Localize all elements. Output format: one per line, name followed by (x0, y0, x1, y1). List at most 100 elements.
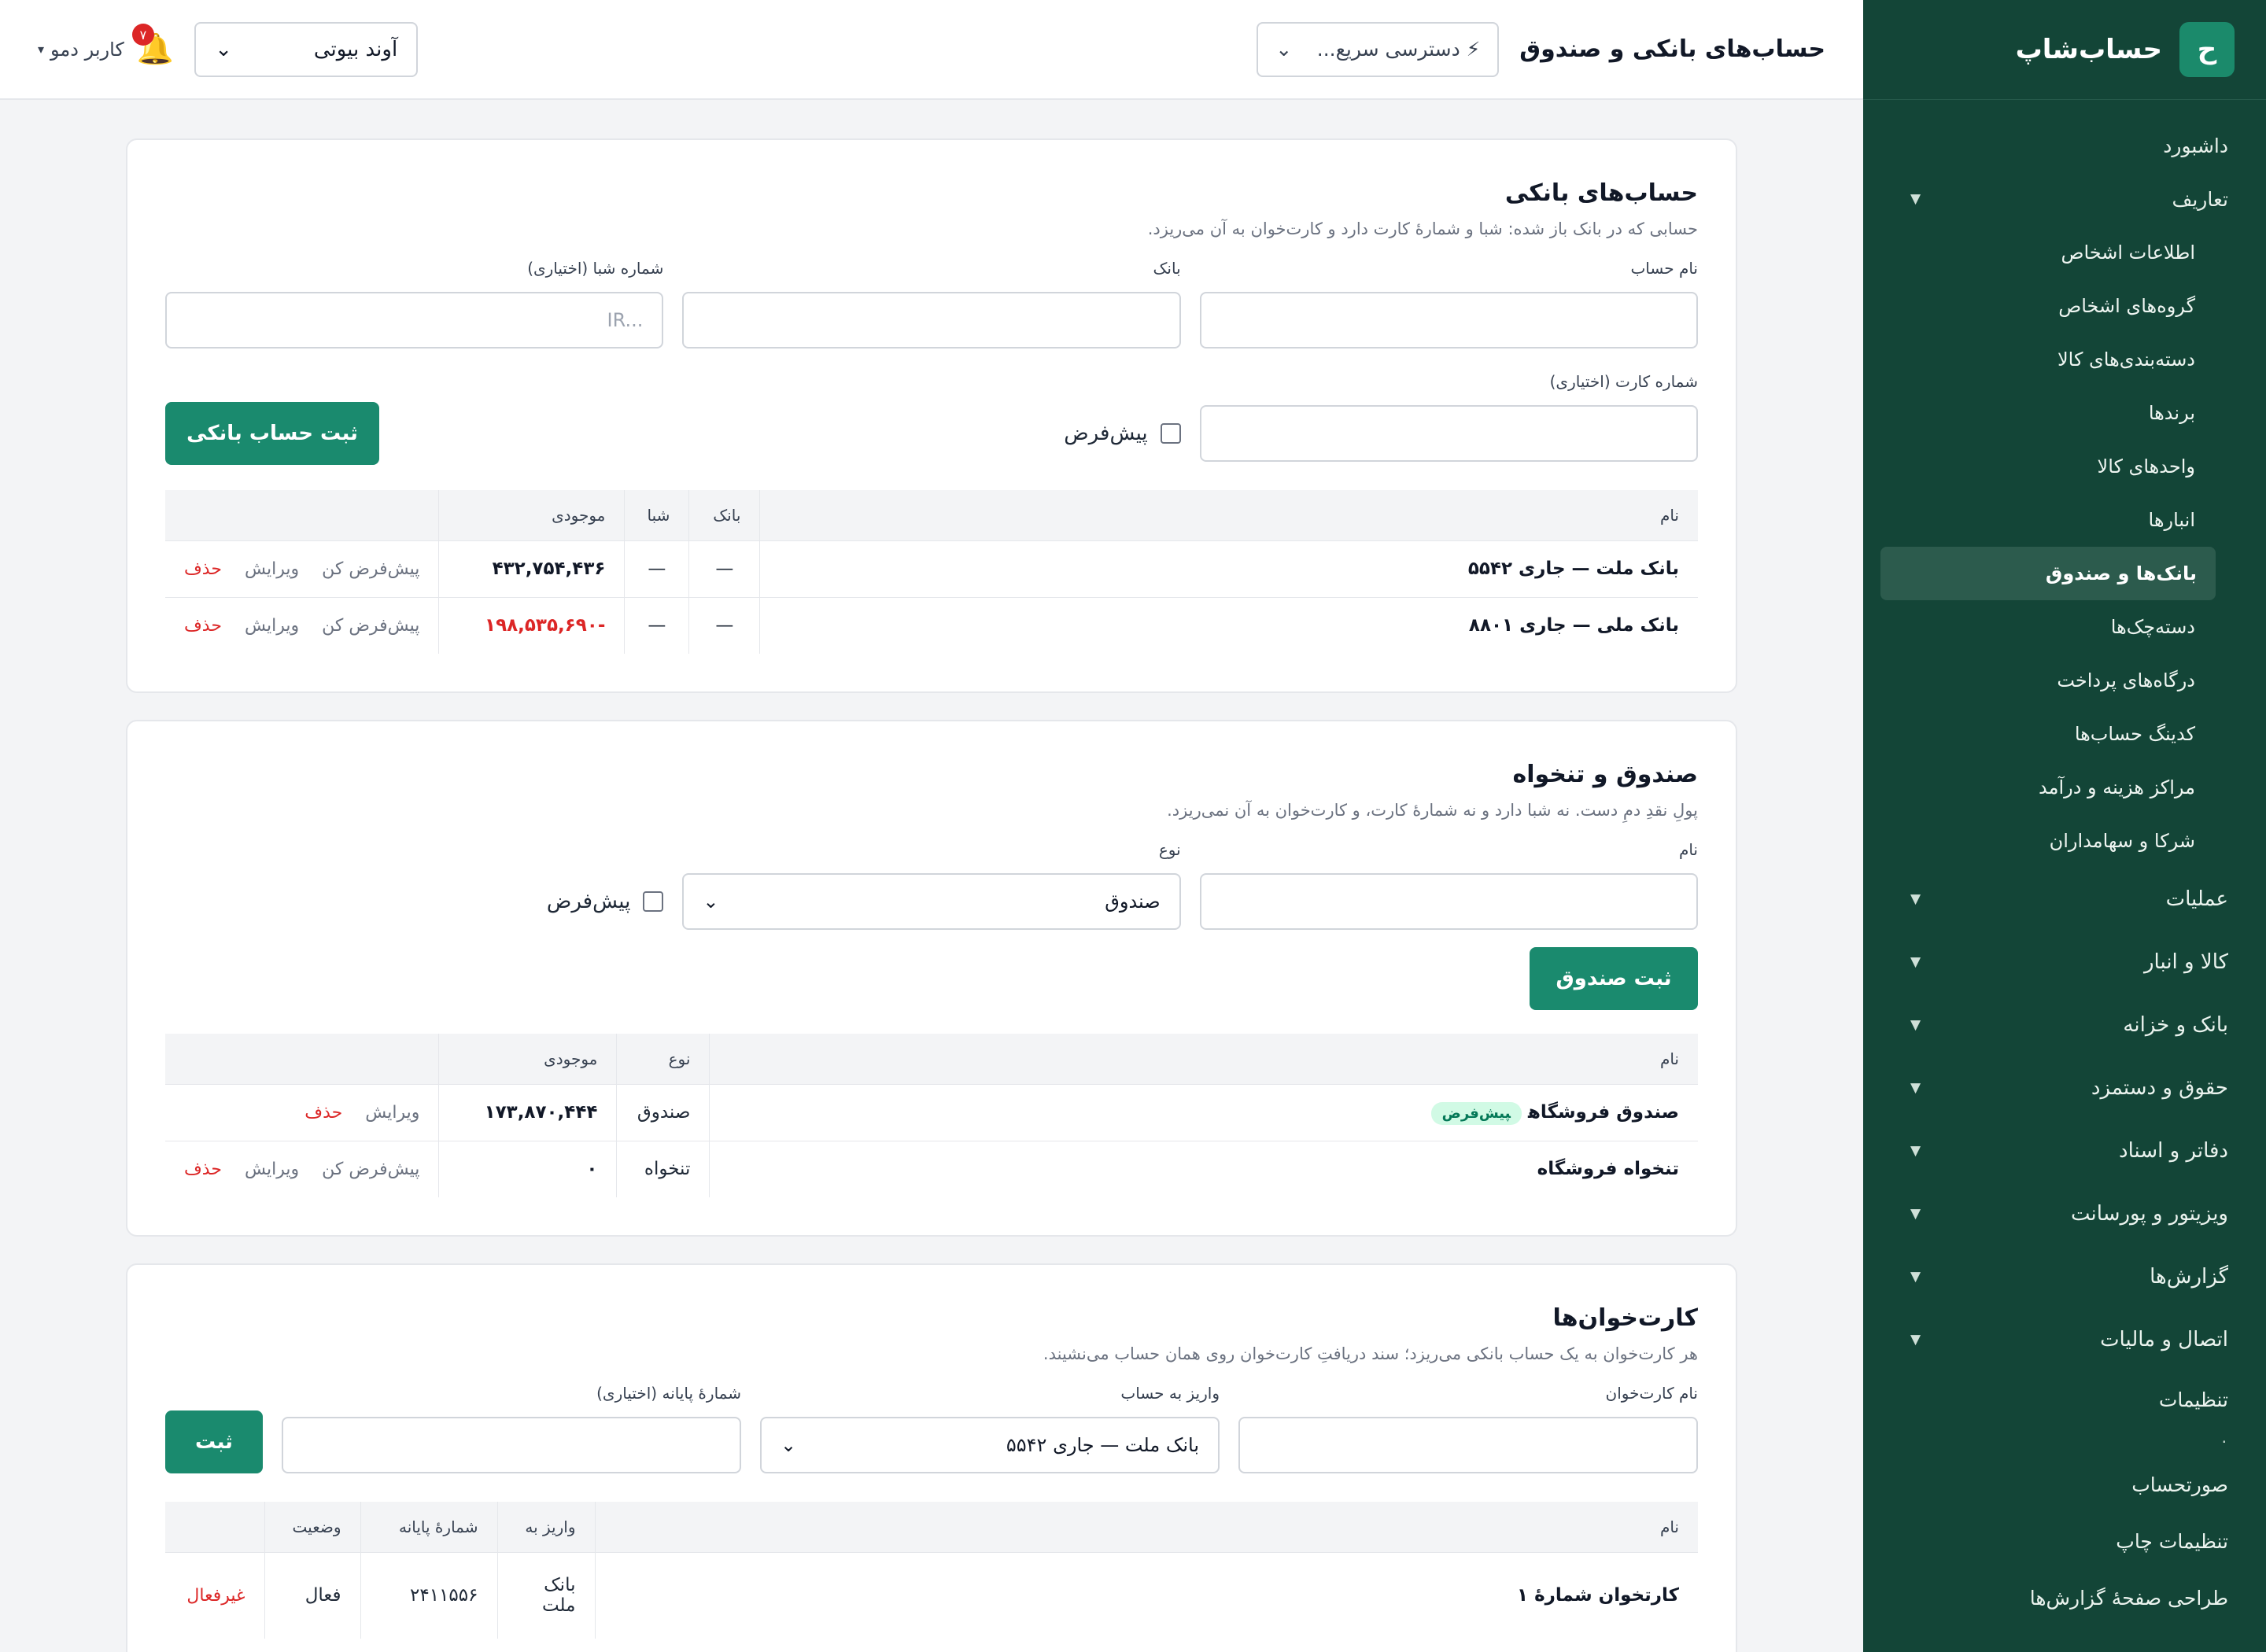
edit-link[interactable]: ویرایش (245, 616, 299, 636)
set-default-link[interactable]: پیش‌فرض کن (322, 616, 419, 636)
sidebar-subitem-cost-centers[interactable]: مراکز هزینه و درآمد (1863, 761, 2266, 814)
label-sheba: شماره شبا (اختیاری) (527, 259, 664, 278)
delete-link[interactable]: حذف (184, 559, 222, 579)
cell-actions: پیش‌فرض کن ویرایش حذف (165, 540, 439, 597)
sidebar-item-settings[interactable]: تنظیمات (1863, 1371, 2266, 1428)
submit-pos-button[interactable]: ثبت (165, 1410, 263, 1473)
chevron-down-icon: ▼ (1910, 1017, 1921, 1033)
checkbox-box[interactable] (1160, 423, 1181, 444)
bank-form-row-2: شماره کارت (اختیاری) پیش‌فرض ثبت حساب با… (165, 372, 1698, 465)
cell-actions: پیش‌فرض کن ویرایش حذف (165, 596, 439, 654)
sidebar-subitem-person-groups[interactable]: گروه‌های اشخاص (1863, 279, 2266, 333)
table-row: بانک ملی — جاری ۸۸۰۱ — — -۱۹۸,۵۳۵,۶۹۰ پی… (165, 596, 1698, 654)
submit-cash-button[interactable]: ثبت صندوق (1530, 947, 1698, 1010)
table-row: کارتخوان شمارهٔ ۱ بانک ملت ۲۴۱۱۵۵۶ فعال … (165, 1551, 1698, 1639)
chevron-down-icon: ⌄ (703, 891, 719, 913)
brand[interactable]: ح حساب‌شاپ (1863, 0, 2266, 100)
bank-accounts-card: حساب‌های بانکی حسابی که در بانک باز شده:… (126, 138, 1737, 693)
label-pos-terminal: شمارهٔ پایانه (اختیاری) (596, 1384, 741, 1403)
sidebar-subitem-product-categories[interactable]: دسته‌بندی‌های کالا (1863, 333, 2266, 386)
sidebar-group-visitors[interactable]: ویزیتور و پورسانت ▼ (1863, 1182, 2266, 1245)
sidebar-subitem-brands[interactable]: برندها (1863, 386, 2266, 440)
cash-type-select[interactable]: صندوق ⌄ (682, 873, 1181, 930)
sidebar-subitem-units[interactable]: واحدهای کالا (1863, 440, 2266, 493)
field-account-name: نام حساب (1199, 259, 1698, 348)
edit-link[interactable]: ویرایش (365, 1103, 419, 1123)
sidebar-subitem-gateways[interactable]: درگاه‌های پرداخت (1863, 654, 2266, 707)
main-content: حساب‌های بانکی حسابی که در بانک باز شده:… (0, 138, 1863, 1652)
cell-type: تنخواه (616, 1140, 710, 1197)
col-status: وضعیت (264, 1502, 360, 1552)
cell-name: بانک ملت — جاری ۵۵۴۲ (759, 540, 1698, 597)
chevron-down-icon: ▼ (1910, 1080, 1921, 1096)
sidebar-group-reports[interactable]: گزارش‌ها ▼ (1863, 1245, 2266, 1308)
user-menu[interactable]: کاربر دمو ▾ (38, 39, 124, 61)
delete-link[interactable]: حذف (184, 1160, 222, 1179)
chevron-down-icon: ▼ (1910, 1143, 1921, 1159)
cash-default-checkbox[interactable]: پیش‌فرض (546, 890, 664, 913)
set-default-link[interactable]: پیش‌فرض کن (322, 559, 419, 579)
sidebar-group-inventory[interactable]: کالا و انبار ▼ (1863, 931, 2266, 994)
delete-link[interactable]: حذف (304, 1103, 342, 1123)
row-name: صندوق فروشگاه (1527, 1102, 1679, 1123)
sidebar-group-operations[interactable]: عملیات ▼ (1863, 868, 2266, 931)
checkbox-box[interactable] (643, 891, 664, 912)
col-balance: موجودی (438, 490, 625, 540)
branch-select[interactable]: آوند بیوتی ⌄ (194, 21, 419, 77)
sidebar-subitem-warehouses[interactable]: انبارها (1863, 493, 2266, 547)
chevron-down-icon: ⌄ (215, 37, 232, 61)
sheba-input[interactable]: IR... (165, 292, 664, 348)
sidebar-item-report-designer[interactable]: طراحی صفحهٔ گزارش‌ها (1863, 1569, 2266, 1626)
pos-form-row: نام کارت‌خوان واریز به حساب بانک ملت — ج… (165, 1384, 1698, 1473)
chevron-down-icon: ▼ (1910, 191, 1921, 207)
account-name-input[interactable] (1199, 292, 1698, 348)
set-default-link[interactable]: پیش‌فرض کن (322, 1160, 419, 1179)
card-number-input[interactable] (1199, 405, 1698, 462)
pos-terminal-input[interactable] (282, 1417, 741, 1473)
sidebar-item-print-settings[interactable]: تنظیمات چاپ (1863, 1513, 2266, 1569)
table-header-row: نام واریز به شمارهٔ پایانه وضعیت (165, 1502, 1698, 1552)
cell-terminal: ۲۴۱۱۵۵۶ (360, 1551, 497, 1639)
sidebar-subitem-banks-cash[interactable]: بانک‌ها و صندوق (1880, 547, 2216, 600)
sidebar-group-treasury[interactable]: بانک و خزانه ▼ (1863, 994, 2266, 1056)
field-pos-name: نام کارت‌خوان (1238, 1384, 1698, 1473)
edit-link[interactable]: ویرایش (245, 559, 299, 579)
delete-link[interactable]: حذف (184, 616, 222, 636)
default-checkbox[interactable]: پیش‌فرض (1064, 422, 1181, 445)
cell-bank: — (688, 596, 760, 654)
submit-bank-account-button[interactable]: ثبت حساب بانکی (165, 402, 380, 465)
cash-form-row: نام نوع صندوق ⌄ پیش‌فرض (165, 840, 1698, 930)
pos-account-select[interactable]: بانک ملت — جاری ۵۵۴۲ ⌄ (760, 1417, 1220, 1473)
sidebar-item-definitions[interactable]: تعاریف ▼ (1863, 172, 2266, 226)
deactivate-link[interactable]: غیرفعال (186, 1586, 245, 1606)
cash-name-input[interactable] (1199, 873, 1698, 930)
col-name: نام (709, 1034, 1698, 1084)
default-label: پیش‌فرض (546, 890, 631, 913)
sidebar-group-ledgers[interactable]: دفاتر و اسناد ▼ (1863, 1119, 2266, 1182)
cash-desc: پولِ نقدِ دمِ دست. نه شبا دارد و نه شمار… (1167, 801, 1698, 820)
notification-bell-icon[interactable]: 🔔 ۷ (131, 24, 174, 67)
sidebar-item-dashboard[interactable]: داشبورد (1863, 119, 2266, 172)
default-label: پیش‌فرض (1064, 422, 1148, 445)
sidebar-item-invoice[interactable]: صورتحساب (1863, 1456, 2266, 1513)
pos-name-input[interactable] (1238, 1417, 1698, 1473)
cell-sheba: — (624, 596, 689, 654)
sidebar-subitem-partners[interactable]: شرکا و سهامداران (1863, 814, 2266, 868)
quick-access-select[interactable]: ⚡ دسترسی سریع... ⌄ (1257, 21, 1500, 77)
sidebar-group-payroll[interactable]: حقوق و دستمزد ▼ (1863, 1056, 2266, 1119)
sidebar-subitem-chart-of-accounts[interactable]: کدینگ حساب‌ها (1863, 707, 2266, 761)
bank-accounts-table: نام بانک شبا موجودی بانک ملت — جاری ۵۵۴۲… (165, 490, 1698, 654)
col-name: نام (594, 1502, 1698, 1552)
col-actions (165, 1502, 264, 1552)
brand-name: حساب‌شاپ (2015, 34, 2162, 65)
bank-input[interactable] (682, 292, 1181, 348)
cell-balance: ۴۳۲,۷۵۴,۴۳۶ (438, 540, 625, 597)
cell-bank: — (688, 540, 760, 597)
cell-actions: غیرفعال (165, 1551, 264, 1639)
sidebar-item-label: ویزیتور و پورسانت (2071, 1202, 2228, 1226)
sidebar-subitem-checkbooks[interactable]: دسته‌چک‌ها (1863, 600, 2266, 654)
label-cash-type: نوع (1158, 840, 1181, 859)
sidebar-subitem-persons[interactable]: اطلاعات اشخاص (1863, 226, 2266, 279)
edit-link[interactable]: ویرایش (245, 1160, 299, 1179)
sidebar-group-integrations[interactable]: اتصال و مالیات ▼ (1863, 1308, 2266, 1371)
